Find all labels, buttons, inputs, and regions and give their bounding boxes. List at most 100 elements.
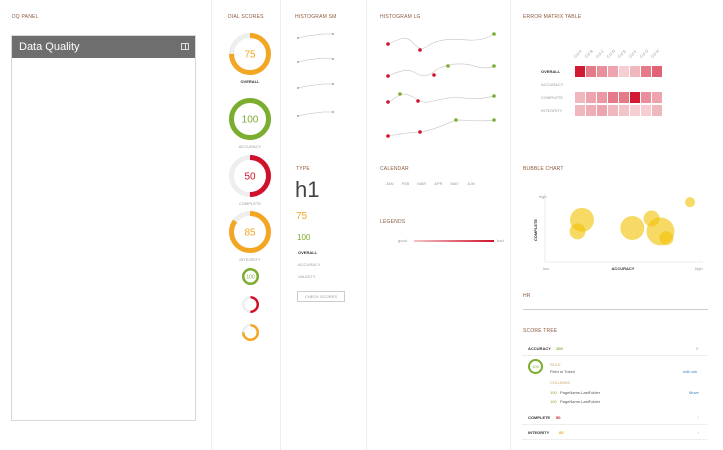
chevron-up-icon[interactable]: ∧ bbox=[695, 346, 699, 352]
check-scores-button[interactable]: CHECK SCORES bbox=[297, 291, 345, 302]
chevron-right-icon[interactable]: › bbox=[697, 415, 699, 421]
column-move-link[interactable]: Move bbox=[689, 390, 699, 395]
matrix-cell[interactable] bbox=[652, 66, 662, 77]
calendar-month[interactable]: MAY bbox=[450, 181, 458, 186]
dq-panel-header: Data Quality bbox=[12, 36, 195, 58]
legend-high-label: bad bbox=[497, 238, 504, 243]
matrix-cell[interactable] bbox=[575, 66, 585, 77]
line-point bbox=[492, 64, 496, 68]
sparkline bbox=[297, 33, 333, 39]
calendar-month[interactable]: JAN bbox=[386, 181, 394, 186]
sparkline-point bbox=[297, 37, 299, 39]
matrix-cell[interactable] bbox=[619, 105, 629, 116]
legend-gradient-bar bbox=[414, 240, 494, 242]
matrix-cell[interactable] bbox=[641, 92, 651, 103]
dial-value: 100 bbox=[246, 274, 255, 280]
dial-accuracy: 100 bbox=[229, 98, 271, 140]
matrix-cell[interactable] bbox=[652, 92, 662, 103]
divider bbox=[366, 0, 367, 450]
sparkline bbox=[297, 83, 333, 89]
score-tree-row-value: 100 bbox=[556, 346, 563, 351]
score-tree-row-value: 85 bbox=[559, 430, 564, 435]
y-axis-label: COMPLETE bbox=[533, 219, 538, 242]
column-score: 100 bbox=[550, 399, 557, 404]
calendar-month[interactable]: FEB bbox=[402, 181, 410, 186]
matrix-cell[interactable] bbox=[619, 92, 629, 103]
matrix-column-label: Col A bbox=[572, 48, 583, 59]
matrix-cell[interactable] bbox=[652, 105, 662, 116]
matrix-row-label: OVERALL bbox=[541, 69, 561, 74]
rule-label: RULE bbox=[550, 362, 561, 367]
y-tick-label: high bbox=[539, 194, 547, 199]
matrix-row-label: INTEGRITY bbox=[541, 108, 563, 113]
matrix-cell[interactable] bbox=[575, 92, 585, 103]
line-point bbox=[446, 64, 450, 68]
matrix-cell[interactable] bbox=[619, 66, 629, 77]
sparkline bbox=[297, 57, 334, 63]
calendar-month[interactable]: MAR bbox=[417, 181, 426, 186]
divider bbox=[280, 0, 281, 450]
calendar-month[interactable]: JUN bbox=[467, 181, 475, 186]
line-series bbox=[387, 93, 495, 103]
sparkline-point bbox=[297, 61, 299, 63]
score-tree-row-value: 50 bbox=[556, 415, 561, 420]
line-point bbox=[432, 73, 436, 77]
dial-scores-title: DIAL SCORES bbox=[228, 14, 264, 20]
line-point bbox=[418, 48, 422, 52]
matrix-cell[interactable] bbox=[630, 66, 640, 77]
legends-title: LEGENDS bbox=[380, 219, 406, 225]
matrix-cell[interactable] bbox=[575, 105, 585, 116]
score-tree-row[interactable]: INTEGRITY 85 › bbox=[522, 426, 707, 440]
score-tree-row[interactable]: ACCURACY 100 ∧ bbox=[522, 342, 707, 356]
matrix-cell[interactable] bbox=[597, 66, 607, 77]
calendar-month[interactable]: APR bbox=[434, 181, 442, 186]
type-label-accuracy: ACCURACY bbox=[298, 262, 321, 267]
matrix-cell[interactable] bbox=[597, 105, 607, 116]
sparkline-point bbox=[332, 111, 334, 113]
sparkline-point bbox=[297, 87, 299, 89]
panel-toggle-icon[interactable] bbox=[181, 43, 189, 50]
chevron-right-icon[interactable]: › bbox=[697, 430, 699, 436]
dial-overall: 75 bbox=[229, 33, 271, 75]
matrix-cell[interactable] bbox=[597, 92, 607, 103]
divider bbox=[510, 0, 511, 450]
matrix-cell[interactable] bbox=[641, 66, 651, 77]
bubble-point bbox=[659, 231, 674, 246]
dial-label: COMPLETE bbox=[238, 201, 261, 206]
score-tree-row-label: ACCURACY bbox=[528, 346, 551, 351]
dial-label: INTEGRITY bbox=[239, 257, 261, 262]
matrix-cell[interactable] bbox=[630, 105, 640, 116]
matrix-cell[interactable] bbox=[586, 92, 596, 103]
matrix-cell[interactable] bbox=[608, 92, 618, 103]
x-tick-label: high bbox=[695, 266, 703, 271]
line-point bbox=[386, 42, 390, 46]
line-point bbox=[492, 118, 496, 122]
score-tree-row[interactable]: COMPLETE 50 › bbox=[522, 411, 707, 425]
edit-rule-link[interactable]: edit rule bbox=[683, 369, 697, 374]
matrix-cell[interactable] bbox=[608, 66, 618, 77]
matrix-column-label: Col E bbox=[616, 48, 627, 59]
histogram-sm-title: HISTOGRAM SM bbox=[295, 14, 337, 20]
dq-panel-title: DQ PANEL bbox=[12, 14, 39, 20]
column-score: 100 bbox=[550, 390, 557, 395]
line-point bbox=[492, 32, 496, 36]
line-point bbox=[386, 74, 390, 78]
score-tree-row-label: COMPLETE bbox=[528, 415, 551, 420]
dial-complete: 50 bbox=[229, 155, 271, 197]
sparkline bbox=[297, 111, 333, 117]
line-point bbox=[398, 92, 402, 96]
line-point bbox=[386, 100, 390, 104]
dial-value: 100 bbox=[242, 115, 259, 126]
matrix-column-label: Col C bbox=[594, 48, 606, 59]
line-point bbox=[386, 134, 390, 138]
dq-panel[interactable]: Data Quality bbox=[11, 35, 196, 421]
type-h1-sample: h1 bbox=[295, 177, 320, 202]
matrix-cell[interactable] bbox=[608, 105, 618, 116]
dial-value: 50 bbox=[244, 172, 256, 183]
matrix-cell[interactable] bbox=[586, 66, 596, 77]
matrix-cell[interactable] bbox=[586, 105, 596, 116]
matrix-cell[interactable] bbox=[641, 105, 651, 116]
matrix-cell[interactable] bbox=[630, 92, 640, 103]
dial-value: 75 bbox=[244, 50, 256, 61]
histogram-lg-title: HISTOGRAM LG bbox=[380, 14, 421, 20]
